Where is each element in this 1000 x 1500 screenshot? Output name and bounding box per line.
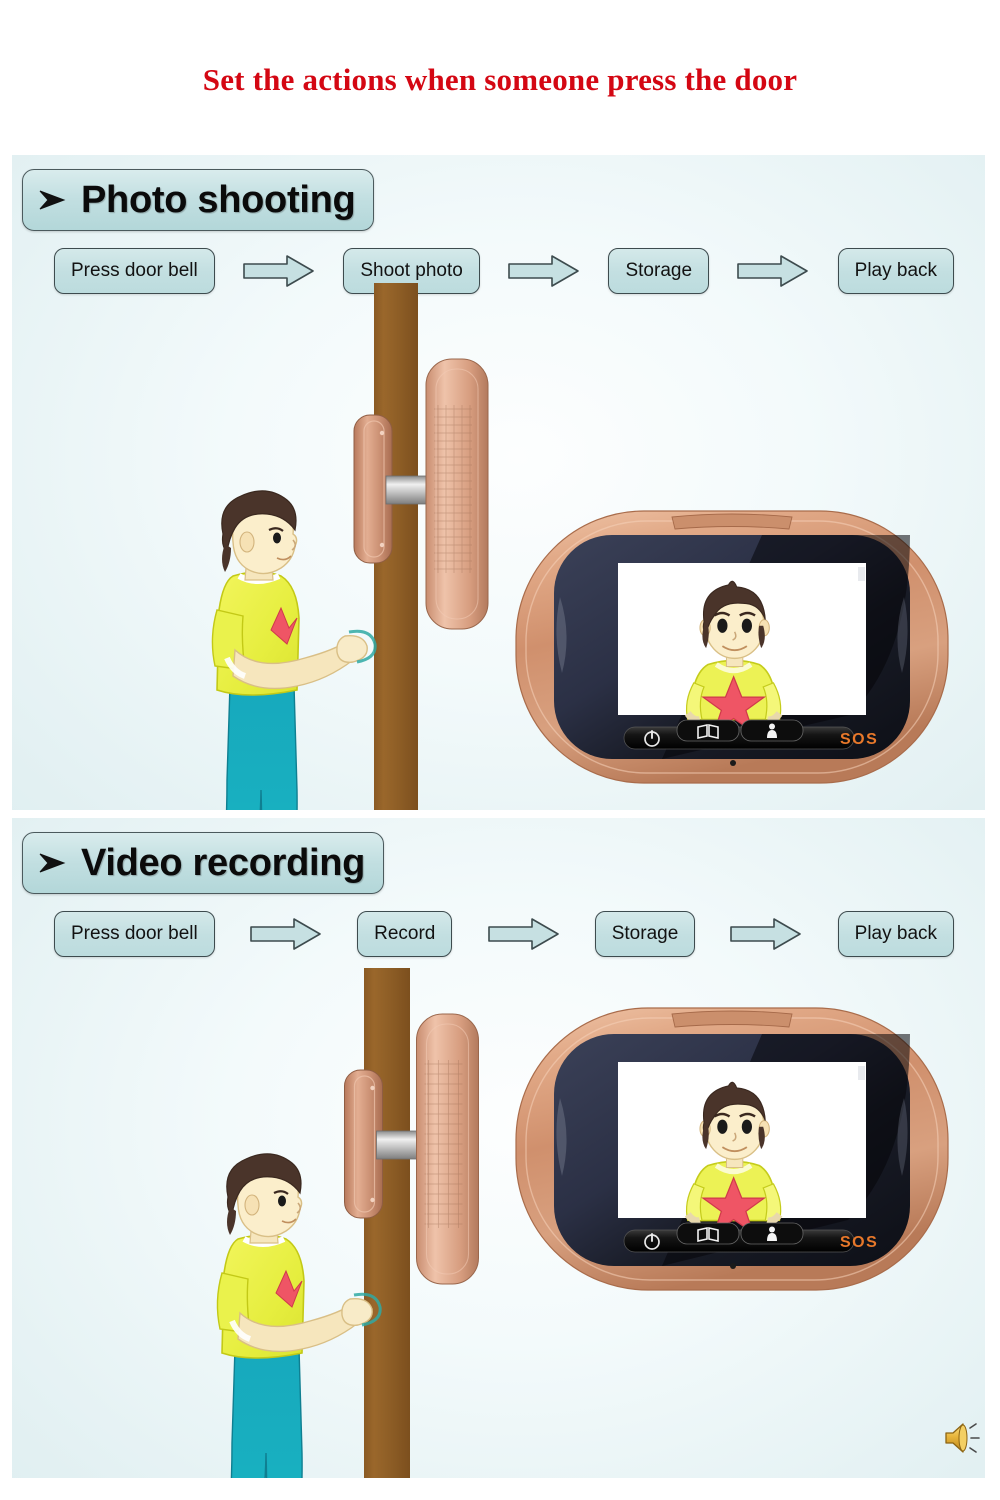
- scene-video-recording: SOS: [12, 818, 985, 1478]
- page-title: Set the actions when someone press the d…: [202, 62, 798, 97]
- sos-label: SOS: [840, 1234, 878, 1251]
- door-viewer-device: SOS: [515, 510, 949, 784]
- section-panel-video-recording: Video recording Press door bell Record S…: [12, 818, 985, 1478]
- door-viewer-device: SOS: [515, 1007, 949, 1291]
- page-root: Set the actions when someone press the d…: [0, 0, 1000, 1500]
- speaker-volume-icon[interactable]: [942, 1418, 985, 1458]
- scene-photo-shooting: SOS: [12, 155, 985, 810]
- sos-label: SOS: [840, 731, 878, 748]
- illustration-boy-pressing-doorbell: [216, 1153, 382, 1478]
- illustration-boy-pressing-doorbell: [211, 490, 377, 810]
- section-panel-photo-shooting: Photo shooting Press door bell Shoot pho…: [12, 155, 985, 810]
